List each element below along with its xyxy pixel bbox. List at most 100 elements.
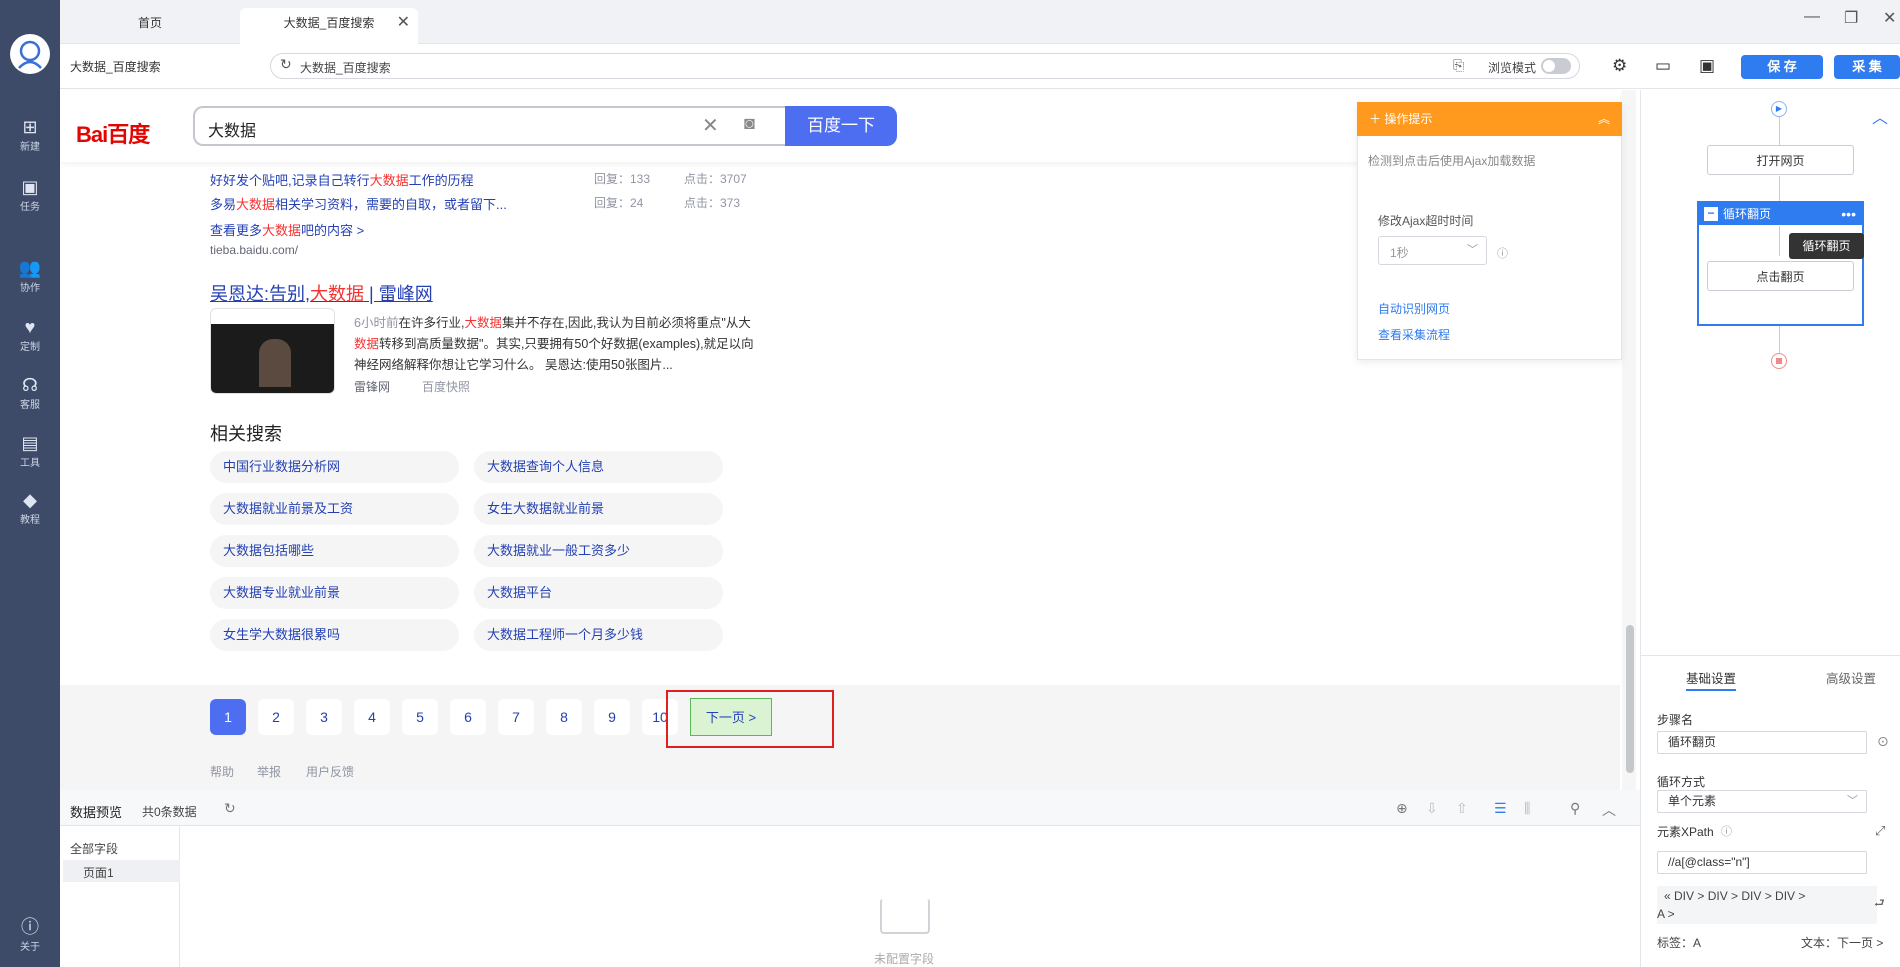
stop-icon[interactable] [1771,353,1787,369]
loop-mode-select[interactable]: 单个元素 ﹀ [1657,790,1867,813]
page-button[interactable]: 9 [594,699,630,735]
list-view-icon[interactable]: ☰ [1494,800,1507,817]
minimize-icon[interactable]: — [1804,8,1820,26]
bookmark-icon: ▣ [21,177,39,197]
flow-connector [1779,117,1780,145]
page-button[interactable]: 4 [354,699,390,735]
related-item[interactable]: 大数据工程师一个月多少钱 [474,619,723,651]
help-icon[interactable]: ⓘ [1497,245,1508,261]
tieba-post-2[interactable]: 多易大数据相关学习资料，需要的自取，或者留下... [210,194,507,213]
address-bar[interactable] [270,53,1580,79]
collapse-minus-icon[interactable]: − [1704,207,1718,221]
sidebar-item-service[interactable]: ☊ 客服 [0,374,60,411]
page-button[interactable]: 6 [450,699,486,735]
locate-icon[interactable]: ⤢ [1875,823,1885,839]
refresh-icon[interactable]: ↻ [224,800,236,817]
result-title-link[interactable]: 吴恩达:告别,大数据 | 雷峰网 [210,280,433,306]
snapshot-link[interactable]: 百度快照 [422,378,470,395]
sidebar-item-custom[interactable]: ♥ 定制 [0,316,60,353]
tag-info: 标签：A [1657,936,1702,950]
return-icon[interactable]: ⮐ [1874,894,1885,915]
flow-loop-header[interactable]: 循环翻页 − ••• [1699,203,1862,225]
sidebar-item-new[interactable]: ⊞ 新建 [0,116,60,153]
play-icon[interactable]: ▶ [1771,101,1787,117]
scrollbar-thumb[interactable] [1626,625,1634,773]
browse-mode-toggle[interactable] [1541,58,1571,74]
tab-search-result[interactable]: 大数据_百度搜索 ✕ [240,8,418,44]
collapse-up-icon[interactable]: ︿ [1872,104,1888,128]
tieba-post-1[interactable]: 好好发个贴吧,记录自己转行大数据工作的历程 [210,170,474,189]
search-input[interactable] [193,106,787,146]
related-item[interactable]: 大数据查询个人信息 [474,451,723,483]
step-name-field[interactable]: 循环翻页 [1657,731,1867,754]
related-item[interactable]: 大数据就业一般工资多少 [474,535,723,567]
related-item[interactable]: 大数据就业前景及工资 [210,493,459,525]
result-thumbnail[interactable] [210,308,335,394]
reload-icon[interactable]: ↻ [280,56,292,73]
card-icon[interactable]: ▭ [1655,56,1671,76]
sidebar-item-tools[interactable]: ▤ 工具 [0,432,60,469]
footer-link-feedback[interactable]: 用户反馈 [306,763,354,780]
column-view-icon[interactable]: ⫼ [1524,800,1530,817]
tieba-more-link[interactable]: 查看更多大数据吧的内容 > [210,220,364,239]
tab-home[interactable]: 首页 [60,8,240,44]
filter-icon[interactable]: ⚲ [1570,800,1580,817]
page1-item[interactable]: 页面1 [63,860,180,882]
page-button[interactable]: 1 [210,699,246,735]
page-info-icon[interactable]: ⎘ [1453,57,1464,74]
export-icon[interactable]: ⇩ [1426,800,1438,817]
page-button[interactable]: 2 [258,699,294,735]
tab-basic-settings[interactable]: 基础设置 [1686,668,1736,687]
restore-icon[interactable]: ❐ [1844,8,1858,28]
all-fields-item[interactable]: 全部字段 [70,840,118,857]
save-button[interactable]: 保 存 [1741,55,1823,79]
related-item[interactable]: 大数据包括哪些 [210,535,459,567]
window-close-icon[interactable]: ✕ [1883,8,1896,28]
more-icon[interactable]: ••• [1841,203,1856,225]
ajax-timeout-select[interactable]: 1秒 ﹀ [1378,236,1487,265]
close-icon[interactable]: ✕ [397,8,410,38]
clear-icon[interactable]: ✕ [702,113,719,138]
flow-step-open-page[interactable]: 打开网页 [1707,145,1854,175]
auto-detect-link[interactable]: 自动识别网页 [1378,300,1450,317]
add-field-icon[interactable]: ⊕ [1396,800,1408,817]
collapse-up-icon[interactable]: ︿ [1602,800,1616,820]
related-item[interactable]: 大数据专业就业前景 [210,577,459,609]
data-preview-title: 数据预览 [70,805,123,820]
related-item[interactable]: 女生学大数据很累吗 [210,619,459,651]
operation-tip-header[interactable]: ＋ 操作提示 ︽ [1357,102,1622,136]
flow-step-click-page[interactable]: 点击翻页 [1707,261,1854,291]
collapse-icon[interactable]: ︽ [1598,102,1610,136]
graduation-icon: ◆ [23,490,37,510]
page-button[interactable]: 3 [306,699,342,735]
camera-icon[interactable]: ◙ [744,113,755,134]
related-item[interactable]: 女生大数据就业前景 [474,493,723,525]
tab-advanced-settings[interactable]: 高级设置 [1826,668,1876,687]
element-path-line1[interactable]: « DIV > DIV > DIV > DIV > [1664,889,1805,903]
import-icon[interactable]: ⇧ [1456,800,1468,817]
page-button[interactable]: 7 [498,699,534,735]
xpath-field[interactable]: //a[@class="n"] [1657,851,1867,874]
element-path-line2[interactable]: A > [1657,907,1675,921]
search-button[interactable]: 百度一下 [785,106,897,146]
page-button[interactable]: 8 [546,699,582,735]
result-desc-line1: 6小时前在许多行业,大数据集并不存在,因此,我认为目前必须将重点"从大 [354,316,751,330]
edit-icon[interactable]: ⊙ [1877,733,1889,750]
sidebar-item-about[interactable]: ⓘ 关于 [0,916,60,953]
related-item[interactable]: 中国行业数据分析网 [210,451,459,483]
page-button[interactable]: 5 [402,699,438,735]
related-item[interactable]: 大数据平台 [474,577,723,609]
collect-button[interactable]: 采 集 [1834,55,1900,79]
window-icon[interactable]: ▣ [1699,56,1715,76]
gear-icon[interactable]: ⚙ [1612,56,1627,76]
sidebar-item-collab[interactable]: 👥 协作 [0,257,60,294]
flow-connector [1779,176,1780,201]
baidu-logo[interactable]: Bai百度 [76,117,150,149]
help-icon[interactable]: ⓘ [1721,823,1732,839]
footer-link-report[interactable]: 举报 [257,763,281,780]
sidebar-item-tasks[interactable]: ▣ 任务 [0,176,60,213]
avatar[interactable] [10,34,50,74]
view-flow-link[interactable]: 查看采集流程 [1378,326,1450,343]
footer-link-help[interactable]: 帮助 [210,763,234,780]
sidebar-item-tutorial[interactable]: ◆ 教程 [0,489,60,526]
